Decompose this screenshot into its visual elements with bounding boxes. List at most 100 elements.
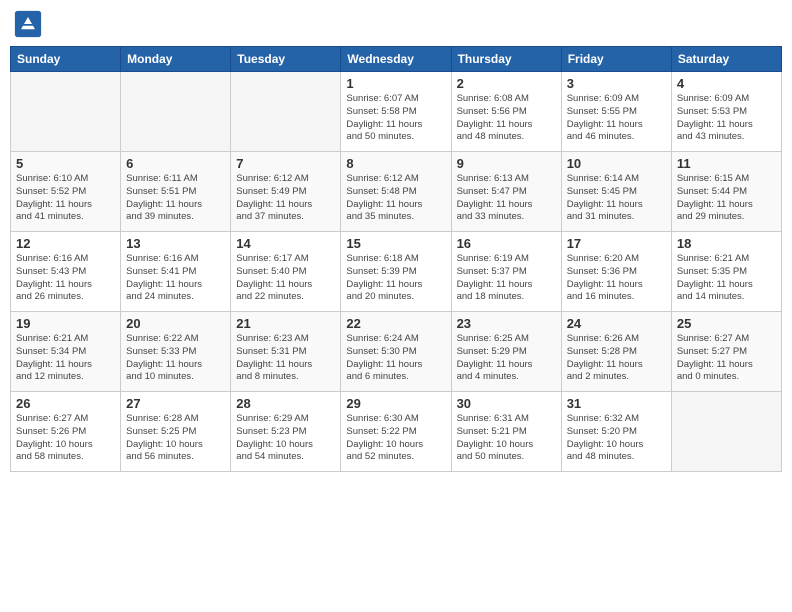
day-info: Sunrise: 6:27 AM Sunset: 5:26 PM Dayligh… (16, 413, 115, 464)
day-info: Sunrise: 6:14 AM Sunset: 5:45 PM Dayligh… (567, 173, 666, 224)
calendar-cell: 5 Sunrise: 6:10 AM Sunset: 5:52 PM Daylig… (11, 152, 121, 232)
day-number: 26 (16, 396, 115, 411)
weekday-header: Thursday (451, 47, 561, 72)
calendar-cell: 31 Sunrise: 6:32 AM Sunset: 5:20 PM Dayli… (561, 392, 671, 472)
day-info: Sunrise: 6:22 AM Sunset: 5:33 PM Dayligh… (126, 333, 225, 384)
day-number: 15 (346, 236, 445, 251)
day-number: 11 (677, 156, 776, 171)
day-number: 12 (16, 236, 115, 251)
weekday-header: Wednesday (341, 47, 451, 72)
day-number: 16 (457, 236, 556, 251)
calendar-cell: 3 Sunrise: 6:09 AM Sunset: 5:55 PM Daylig… (561, 72, 671, 152)
calendar-cell: 2Sunrise: 6:08 AM Sunset: 5:56 PM Daylig… (451, 72, 561, 152)
weekday-header: Saturday (671, 47, 781, 72)
day-number: 3 (567, 76, 666, 91)
calendar-cell: 9 Sunrise: 6:13 AM Sunset: 5:47 PM Daylig… (451, 152, 561, 232)
day-number: 28 (236, 396, 335, 411)
calendar-week-row: 12Sunrise: 6:16 AM Sunset: 5:43 PM Dayli… (11, 232, 782, 312)
logo-icon (14, 10, 42, 38)
day-info: Sunrise: 6:30 AM Sunset: 5:22 PM Dayligh… (346, 413, 445, 464)
weekday-header: Tuesday (231, 47, 341, 72)
calendar-cell: 7 Sunrise: 6:12 AM Sunset: 5:49 PM Daylig… (231, 152, 341, 232)
calendar-cell: 12Sunrise: 6:16 AM Sunset: 5:43 PM Dayli… (11, 232, 121, 312)
calendar-cell: 20 Sunrise: 6:22 AM Sunset: 5:33 PM Dayli… (121, 312, 231, 392)
day-info: Sunrise: 6:31 AM Sunset: 5:21 PM Dayligh… (457, 413, 556, 464)
day-info: Sunrise: 6:27 AM Sunset: 5:27 PM Dayligh… (677, 333, 776, 384)
calendar-week-row: 1Sunrise: 6:07 AM Sunset: 5:58 PM Daylig… (11, 72, 782, 152)
day-number: 17 (567, 236, 666, 251)
day-info: Sunrise: 6:20 AM Sunset: 5:36 PM Dayligh… (567, 253, 666, 304)
day-number: 10 (567, 156, 666, 171)
day-info: Sunrise: 6:09 AM Sunset: 5:53 PM Dayligh… (677, 93, 776, 144)
logo (14, 10, 46, 38)
calendar-cell: 11 Sunrise: 6:15 AM Sunset: 5:44 PM Dayli… (671, 152, 781, 232)
calendar-cell: 22 Sunrise: 6:24 AM Sunset: 5:30 PM Dayli… (341, 312, 451, 392)
calendar-cell (671, 392, 781, 472)
calendar-cell: 30Sunrise: 6:31 AM Sunset: 5:21 PM Dayli… (451, 392, 561, 472)
day-info: Sunrise: 6:28 AM Sunset: 5:25 PM Dayligh… (126, 413, 225, 464)
calendar-cell: 25 Sunrise: 6:27 AM Sunset: 5:27 PM Dayli… (671, 312, 781, 392)
day-number: 19 (16, 316, 115, 331)
day-info: Sunrise: 6:19 AM Sunset: 5:37 PM Dayligh… (457, 253, 556, 304)
calendar-cell: 18 Sunrise: 6:21 AM Sunset: 5:35 PM Dayli… (671, 232, 781, 312)
day-info: Sunrise: 6:09 AM Sunset: 5:55 PM Dayligh… (567, 93, 666, 144)
calendar-week-row: 19 Sunrise: 6:21 AM Sunset: 5:34 PM Dayli… (11, 312, 782, 392)
day-info: Sunrise: 6:17 AM Sunset: 5:40 PM Dayligh… (236, 253, 335, 304)
day-number: 8 (346, 156, 445, 171)
day-number: 9 (457, 156, 556, 171)
calendar-cell: 17 Sunrise: 6:20 AM Sunset: 5:36 PM Dayli… (561, 232, 671, 312)
day-number: 29 (346, 396, 445, 411)
calendar-week-row: 26 Sunrise: 6:27 AM Sunset: 5:26 PM Dayli… (11, 392, 782, 472)
calendar-cell: 21 Sunrise: 6:23 AM Sunset: 5:31 PM Dayli… (231, 312, 341, 392)
day-number: 18 (677, 236, 776, 251)
calendar-cell: 23 Sunrise: 6:25 AM Sunset: 5:29 PM Dayli… (451, 312, 561, 392)
day-info: Sunrise: 6:32 AM Sunset: 5:20 PM Dayligh… (567, 413, 666, 464)
day-number: 24 (567, 316, 666, 331)
day-number: 21 (236, 316, 335, 331)
calendar-cell: 15 Sunrise: 6:18 AM Sunset: 5:39 PM Dayli… (341, 232, 451, 312)
day-info: Sunrise: 6:29 AM Sunset: 5:23 PM Dayligh… (236, 413, 335, 464)
day-number: 31 (567, 396, 666, 411)
day-number: 4 (677, 76, 776, 91)
calendar-cell: 28 Sunrise: 6:29 AM Sunset: 5:23 PM Dayli… (231, 392, 341, 472)
day-number: 22 (346, 316, 445, 331)
day-info: Sunrise: 6:25 AM Sunset: 5:29 PM Dayligh… (457, 333, 556, 384)
calendar-cell: 29 Sunrise: 6:30 AM Sunset: 5:22 PM Dayli… (341, 392, 451, 472)
day-info: Sunrise: 6:21 AM Sunset: 5:35 PM Dayligh… (677, 253, 776, 304)
page-header (10, 10, 782, 38)
day-number: 13 (126, 236, 225, 251)
day-number: 20 (126, 316, 225, 331)
calendar-cell: 13Sunrise: 6:16 AM Sunset: 5:41 PM Dayli… (121, 232, 231, 312)
day-info: Sunrise: 6:10 AM Sunset: 5:52 PM Dayligh… (16, 173, 115, 224)
calendar-cell (11, 72, 121, 152)
calendar-cell: 24 Sunrise: 6:26 AM Sunset: 5:28 PM Dayli… (561, 312, 671, 392)
day-info: Sunrise: 6:13 AM Sunset: 5:47 PM Dayligh… (457, 173, 556, 224)
calendar-cell: 26 Sunrise: 6:27 AM Sunset: 5:26 PM Dayli… (11, 392, 121, 472)
weekday-header: Monday (121, 47, 231, 72)
day-info: Sunrise: 6:12 AM Sunset: 5:49 PM Dayligh… (236, 173, 335, 224)
day-number: 7 (236, 156, 335, 171)
calendar-body: 1Sunrise: 6:07 AM Sunset: 5:58 PM Daylig… (11, 72, 782, 472)
calendar-cell: 1Sunrise: 6:07 AM Sunset: 5:58 PM Daylig… (341, 72, 451, 152)
day-info: Sunrise: 6:24 AM Sunset: 5:30 PM Dayligh… (346, 333, 445, 384)
day-info: Sunrise: 6:26 AM Sunset: 5:28 PM Dayligh… (567, 333, 666, 384)
calendar-cell: 19 Sunrise: 6:21 AM Sunset: 5:34 PM Dayli… (11, 312, 121, 392)
day-info: Sunrise: 6:23 AM Sunset: 5:31 PM Dayligh… (236, 333, 335, 384)
weekday-header: Friday (561, 47, 671, 72)
day-info: Sunrise: 6:11 AM Sunset: 5:51 PM Dayligh… (126, 173, 225, 224)
day-info: Sunrise: 6:18 AM Sunset: 5:39 PM Dayligh… (346, 253, 445, 304)
day-info: Sunrise: 6:21 AM Sunset: 5:34 PM Dayligh… (16, 333, 115, 384)
day-info: Sunrise: 6:08 AM Sunset: 5:56 PM Dayligh… (457, 93, 556, 144)
calendar-cell: 8Sunrise: 6:12 AM Sunset: 5:48 PM Daylig… (341, 152, 451, 232)
day-number: 23 (457, 316, 556, 331)
calendar-cell: 14 Sunrise: 6:17 AM Sunset: 5:40 PM Dayli… (231, 232, 341, 312)
weekday-row: SundayMondayTuesdayWednesdayThursdayFrid… (11, 47, 782, 72)
day-number: 25 (677, 316, 776, 331)
calendar-cell: 6Sunrise: 6:11 AM Sunset: 5:51 PM Daylig… (121, 152, 231, 232)
calendar-cell: 4 Sunrise: 6:09 AM Sunset: 5:53 PM Daylig… (671, 72, 781, 152)
day-number: 14 (236, 236, 335, 251)
day-number: 5 (16, 156, 115, 171)
day-info: Sunrise: 6:15 AM Sunset: 5:44 PM Dayligh… (677, 173, 776, 224)
calendar-cell: 10 Sunrise: 6:14 AM Sunset: 5:45 PM Dayli… (561, 152, 671, 232)
weekday-header: Sunday (11, 47, 121, 72)
